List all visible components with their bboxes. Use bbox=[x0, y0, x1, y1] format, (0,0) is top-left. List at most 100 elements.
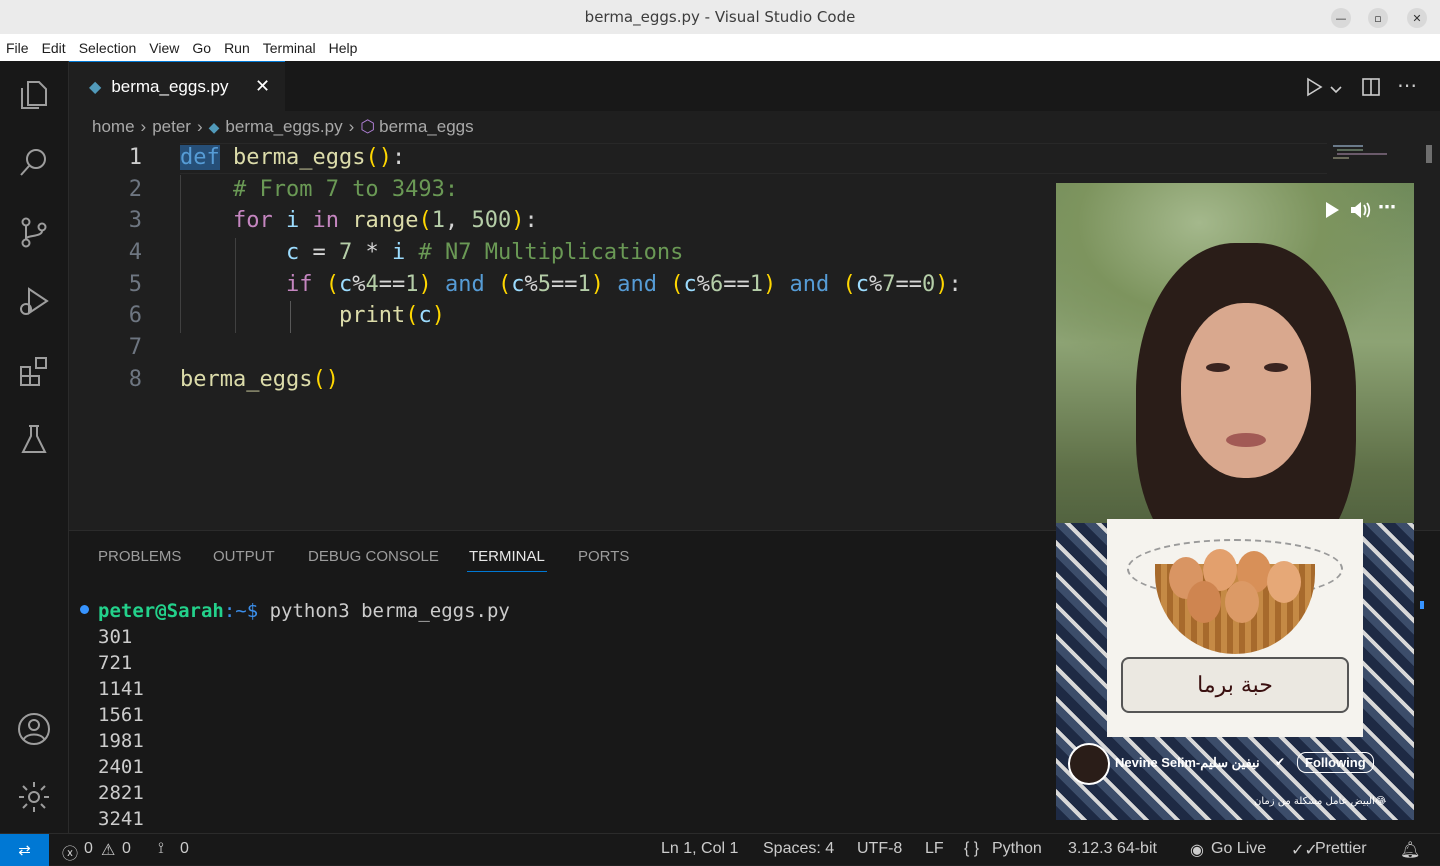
terminal-output-line: 2401 bbox=[98, 756, 144, 778]
person-mouth bbox=[1226, 433, 1266, 447]
breadcrumb-home[interactable]: home bbox=[92, 117, 135, 137]
code-line: print(c) bbox=[338, 303, 445, 328]
terminal-scrollbar-marker bbox=[1420, 601, 1424, 609]
menu-bar: File Edit Selection View Go Run Terminal… bbox=[0, 34, 1440, 61]
menu-terminal[interactable]: Terminal bbox=[263, 40, 316, 56]
card-title: حبة برما bbox=[1197, 672, 1273, 698]
indentation[interactable]: Spaces: 4 bbox=[763, 840, 834, 858]
line-number: 4 bbox=[128, 240, 142, 265]
terminal-output-line: 3241 bbox=[98, 808, 144, 830]
editor-scrollbar[interactable] bbox=[1426, 145, 1432, 163]
tab-label: berma_eggs.py bbox=[111, 76, 229, 96]
chevron-right-icon: › bbox=[348, 117, 355, 136]
terminal-output-line: 721 bbox=[98, 652, 133, 674]
settings-gear-icon[interactable] bbox=[14, 777, 54, 817]
code-line: c = 7 * i # N7 Multiplications bbox=[285, 240, 684, 265]
line-number: 1 bbox=[128, 145, 142, 170]
breadcrumb-symbol[interactable]: berma_eggs bbox=[379, 117, 474, 137]
minimize-icon[interactable]: — bbox=[1331, 8, 1351, 28]
eggs-card: حبة برما bbox=[1107, 519, 1363, 737]
menu-view[interactable]: View bbox=[149, 40, 179, 56]
remote-window-button[interactable]: ⇄ bbox=[0, 834, 49, 866]
breadcrumb-peter[interactable]: peter bbox=[152, 117, 191, 137]
errors-count[interactable]: 0 bbox=[84, 840, 93, 858]
account-icon[interactable] bbox=[14, 709, 54, 749]
egg bbox=[1225, 581, 1259, 623]
menu-run[interactable]: Run bbox=[224, 40, 250, 56]
window-title: berma_eggs.py - Visual Studio Code bbox=[584, 8, 856, 26]
tab-output[interactable]: OUTPUT bbox=[213, 548, 275, 565]
close-tab-icon[interactable]: ✕ bbox=[255, 76, 270, 97]
author-avatar[interactable] bbox=[1068, 743, 1110, 785]
line-number: 6 bbox=[128, 303, 142, 328]
encoding[interactable]: UTF-8 bbox=[857, 840, 902, 858]
menu-file[interactable]: File bbox=[6, 40, 29, 56]
video-volume-icon[interactable] bbox=[1349, 200, 1371, 224]
tab-problems[interactable]: PROBLEMS bbox=[98, 548, 181, 565]
run-debug-icon[interactable] bbox=[14, 281, 54, 321]
person-eye bbox=[1206, 363, 1230, 372]
explorer-icon[interactable] bbox=[14, 75, 54, 115]
menu-help[interactable]: Help bbox=[329, 40, 358, 56]
close-window-icon[interactable]: ✕ bbox=[1407, 8, 1427, 28]
line-number: 7 bbox=[128, 335, 142, 360]
extensions-icon[interactable] bbox=[14, 351, 54, 391]
testing-icon[interactable] bbox=[14, 419, 54, 459]
terminal-prompt-line: peter@Sarah:~$ python3 berma_eggs.py bbox=[98, 600, 510, 622]
more-actions-icon[interactable]: ⋯ bbox=[1397, 73, 1417, 97]
code-line: if (c%4==1) and (c%5==1) and (c%6==1) an… bbox=[285, 272, 962, 297]
tab-debug-console[interactable]: DEBUG CONSOLE bbox=[308, 548, 439, 565]
cursor-position[interactable]: Ln 1, Col 1 bbox=[661, 840, 738, 858]
line-number: 2 bbox=[128, 177, 142, 202]
search-icon[interactable] bbox=[14, 143, 54, 183]
run-options-chevron-icon[interactable] bbox=[1330, 80, 1342, 99]
terminal-output-line: 301 bbox=[98, 626, 133, 648]
python-file-icon: ◆ bbox=[208, 118, 220, 135]
split-editor-icon[interactable] bbox=[1361, 77, 1381, 101]
end-of-line[interactable]: LF bbox=[925, 840, 944, 858]
author-name[interactable]: Nevine Selim-نيفين سليم bbox=[1115, 755, 1260, 771]
follow-button[interactable]: Following bbox=[1297, 752, 1374, 773]
video-more-icon[interactable]: ⋯ bbox=[1378, 197, 1396, 218]
breadcrumb: home › peter › ◆ berma_eggs.py › ⬡ berma… bbox=[92, 111, 474, 143]
language-mode[interactable]: Python bbox=[992, 840, 1042, 858]
menu-selection[interactable]: Selection bbox=[79, 40, 137, 56]
ports-icon[interactable]: ⟟ bbox=[158, 840, 164, 858]
braces-icon: { } bbox=[964, 840, 980, 857]
warnings-count[interactable]: 0 bbox=[122, 840, 131, 858]
menu-edit[interactable]: Edit bbox=[42, 40, 66, 56]
prettier-status[interactable]: Prettier bbox=[1315, 840, 1367, 858]
tab-terminal[interactable]: TERMINAL bbox=[469, 548, 545, 565]
error-icon[interactable]: ⓧ bbox=[62, 840, 78, 864]
active-tab-underline bbox=[467, 571, 547, 572]
video-overlay[interactable]: ⋯ حبة برما Nevine Selim-نيفين سليم ✔ Fol… bbox=[1056, 183, 1414, 820]
command-status-dot-icon[interactable] bbox=[80, 605, 89, 614]
notifications-bell-icon[interactable]: 🔔︎ bbox=[1400, 840, 1420, 860]
terminal[interactable]: peter@Sarah:~$ python3 berma_eggs.py 301… bbox=[69, 591, 1059, 831]
maximize-icon[interactable]: ▫ bbox=[1368, 8, 1388, 28]
verified-icon: ✔ bbox=[1275, 755, 1286, 769]
source-control-icon[interactable] bbox=[14, 212, 54, 252]
go-live-button[interactable]: Go Live bbox=[1211, 840, 1266, 858]
video-play-icon[interactable] bbox=[1324, 201, 1340, 223]
broadcast-icon: ◉ bbox=[1190, 842, 1204, 859]
activity-bar bbox=[0, 61, 69, 833]
terminal-output-line: 1981 bbox=[98, 730, 144, 752]
tab-ports[interactable]: PORTS bbox=[578, 548, 629, 565]
tab-berma-eggs[interactable]: ◆ berma_eggs.py ✕ bbox=[69, 61, 285, 111]
minimap[interactable] bbox=[1331, 143, 1427, 173]
egg bbox=[1187, 581, 1221, 623]
python-interpreter[interactable]: 3.12.3 64-bit bbox=[1068, 840, 1157, 858]
menu-go[interactable]: Go bbox=[192, 40, 211, 56]
remote-icon: ⇄ bbox=[18, 842, 31, 859]
run-python-file-icon[interactable] bbox=[1305, 77, 1323, 101]
line-number: 8 bbox=[128, 367, 142, 392]
chevron-right-icon: › bbox=[196, 117, 203, 136]
warning-icon[interactable]: ⚠ bbox=[101, 840, 115, 860]
breadcrumb-file[interactable]: berma_eggs.py bbox=[225, 117, 342, 137]
terminal-output-line: 1561 bbox=[98, 704, 144, 726]
title-bar: berma_eggs.py - Visual Studio Code — ▫ ✕ bbox=[0, 0, 1440, 34]
ports-count[interactable]: 0 bbox=[180, 840, 189, 858]
terminal-output-line: 2821 bbox=[98, 782, 144, 804]
python-file-icon: ◆ bbox=[89, 78, 102, 96]
